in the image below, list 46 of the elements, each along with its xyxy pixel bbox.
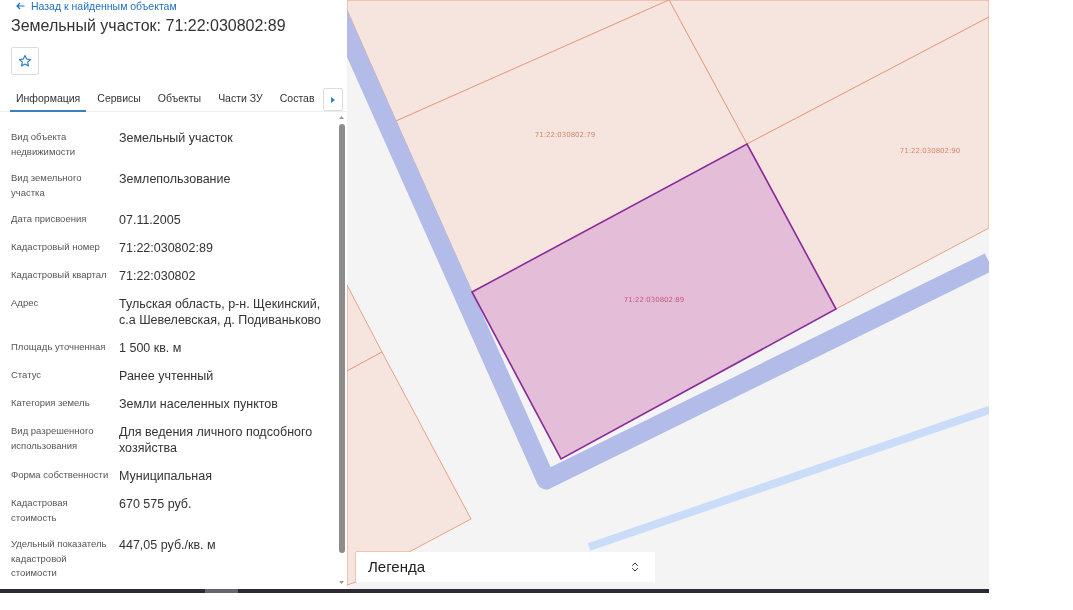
property-label: Статус	[11, 368, 43, 382]
property-value: 1 500 кв. м	[119, 340, 183, 356]
tabs-scroll-button[interactable]	[323, 88, 343, 111]
property-value: Тульская область, р-н. Щекинский, с.а Шевелевская, д. Подиваньково	[119, 296, 323, 328]
property-label: Удельный показатель кадастровой стоимости	[11, 537, 108, 580]
tab[interactable]: Информация	[10, 88, 87, 112]
land-parcel[interactable]	[470, 142, 838, 461]
caret-right-icon	[331, 96, 335, 103]
property-label: Кадастровая стоимость	[11, 496, 69, 525]
property-value: Земли населенных пунктов	[119, 396, 279, 412]
property-label: Дата присвоения	[11, 212, 88, 226]
property-label: Форма собственности	[11, 468, 110, 482]
property-label: Площадь уточненная	[11, 340, 107, 354]
caret-up-icon	[339, 116, 344, 119]
legend-select[interactable]: Легенда	[356, 552, 655, 582]
back-link[interactable]: Назад к найденным объектам	[0, 0, 181, 12]
property-label: Адрес	[11, 296, 40, 310]
property-label: Вид земельного участка	[11, 171, 83, 200]
caret-down-icon	[339, 581, 344, 584]
property-value: 07.11.2005	[119, 212, 182, 228]
tab[interactable]: Состав	[273, 88, 321, 112]
favorite-button[interactable]	[11, 47, 39, 75]
scrollbar-thumb[interactable]	[338, 124, 345, 553]
property-value: Для ведения личного подсобного хозяйства	[119, 424, 314, 456]
property-value: 670 575 руб.	[119, 496, 193, 513]
property-label: Кадастровый номер	[11, 240, 101, 254]
property-value: 71:22:030802	[119, 268, 197, 284]
page-title: Земельный участок: 71:22:030802:89	[11, 17, 286, 35]
tab[interactable]: Сервисы	[91, 88, 147, 112]
property-value: 71:22:030802:89	[119, 240, 214, 256]
property-value: Муниципальная	[119, 468, 213, 484]
property-value: Землепользование	[119, 171, 232, 188]
taskbar-highlight[interactable]	[205, 589, 238, 593]
property-label: Вид объекта недвижимости	[11, 130, 77, 159]
property-label: Категория земель	[11, 396, 91, 410]
chevrons-up-down-icon	[629, 561, 641, 573]
star-icon	[18, 54, 32, 68]
tab[interactable]: Объекты	[151, 88, 208, 112]
property-value: 447,05 руб./кв. м	[119, 537, 217, 554]
tab[interactable]: Части ЗУ	[212, 88, 269, 112]
property-value: Земельный участок	[119, 130, 234, 147]
arrow-left-icon	[16, 2, 25, 10]
property-value: Ранее учтенный	[119, 368, 215, 384]
land-parcel[interactable]	[746, 16, 989, 310]
property-label: Кадастровый квартал	[11, 268, 108, 282]
property-label: Вид разрешенного использования	[11, 424, 95, 453]
